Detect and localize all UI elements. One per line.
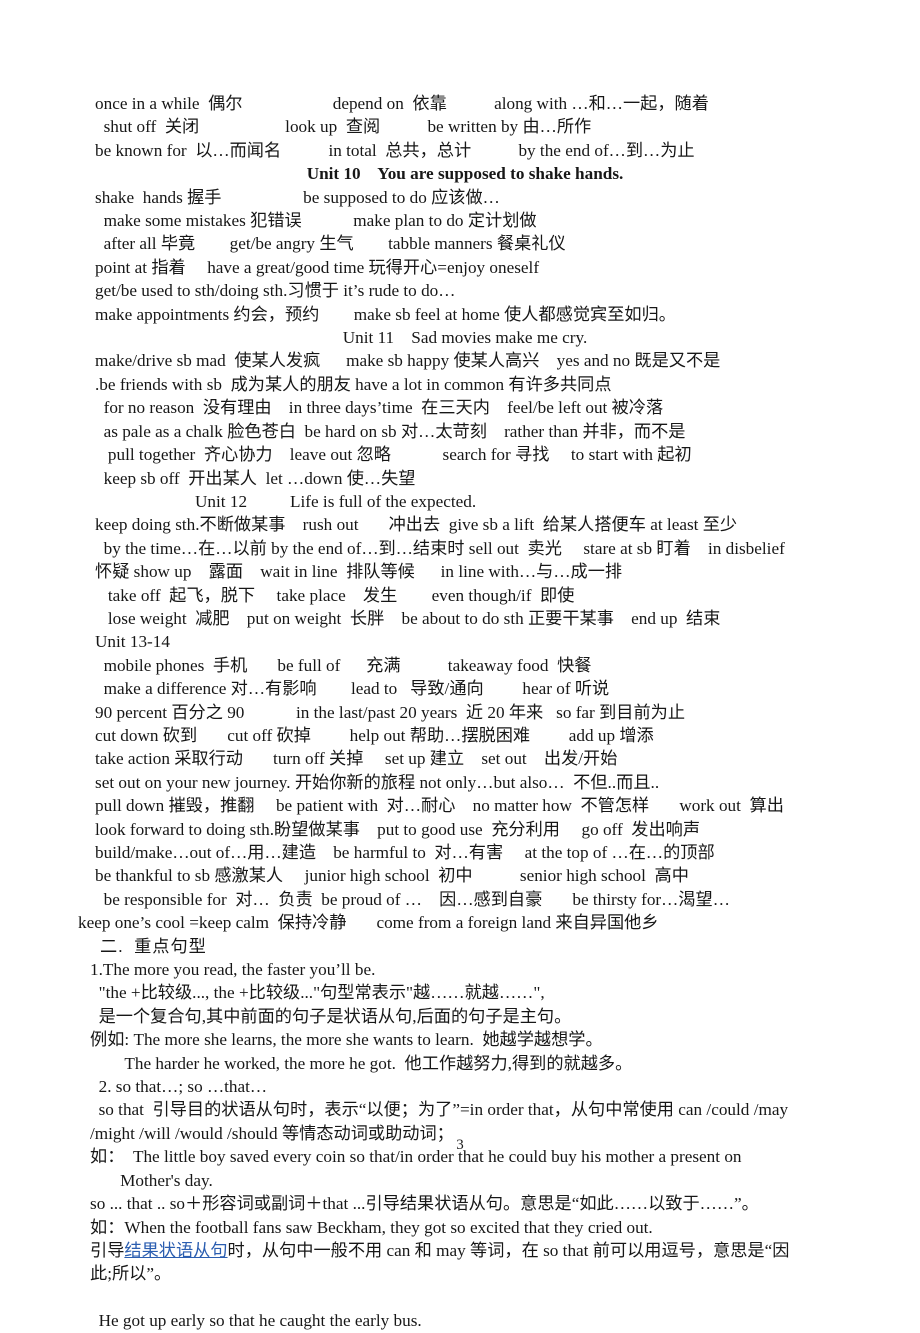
vocab-line: cut down 砍到 cut off 砍掉 help out 帮助…摆脱困难 … — [95, 725, 654, 745]
grammar-example: The harder he worked, the more he got. 他… — [90, 1053, 633, 1073]
grammar-point-1: 1.The more you read, the faster you’ll b… — [90, 960, 376, 980]
grammar-example: 例如: The more she learns, the more she wa… — [90, 1030, 603, 1050]
text-after-link: 时，从句中一般不用 can 和 may 等词，在 so that 前可以用逗号，… — [227, 1240, 790, 1260]
grammar-point-2: 2. so that…; so …that… — [90, 1077, 268, 1097]
grammar-line: 此;所以”。 — [90, 1264, 172, 1284]
vocab-line: mobile phones 手机 be full of 充满 takeaway … — [95, 655, 592, 675]
result-adverbial-clause-link[interactable]: 结果状语从句 — [124, 1241, 227, 1260]
vocab-line: make/drive sb mad 使某人发疯 make sb happy 使某… — [95, 351, 721, 371]
vocab-line: as pale as a chalk 脸色苍白 be hard on sb 对…… — [95, 421, 686, 441]
vocab-line: lose weight 减肥 put on weight 长胖 be about… — [95, 608, 721, 628]
vocab-line: make appointments 约会，预约 make sb feel at … — [95, 304, 676, 324]
vocab-line: 怀疑 show up 露面 wait in line 排队等候 in line … — [95, 562, 623, 582]
document-page: once in a while 偶尔 depend on 依靠 along wi… — [0, 0, 920, 1330]
grammar-line: so ... that .. so＋形容词或副词＋that ...引导结果状语从… — [90, 1194, 759, 1214]
unit-11-heading: Unit 11 Sad movies make me cry. — [342, 328, 588, 348]
grammar-line: "the +比较级..., the +比较级..."句型常表示"越……就越……"… — [90, 983, 545, 1003]
section-heading-key-sentence-patterns: 二. 重点句型 — [100, 936, 207, 956]
vocab-line: pull together 齐心协力 leave out 忽略 search f… — [95, 445, 692, 465]
vocab-line: look forward to doing sth.盼望做某事 put to g… — [95, 819, 701, 839]
unit-10-heading: Unit 10 You are supposed to shake hands. — [306, 164, 624, 184]
vocab-line: for no reason 没有理由 in three days’time 在三… — [95, 398, 664, 418]
vocab-line: be thankful to sb 感激某人 junior high schoo… — [95, 866, 689, 886]
vocab-line: pull down 摧毁，推翻 be patient with 对…耐心 no … — [95, 796, 784, 816]
vocab-line: 90 percent 百分之 90 in the last/past 20 ye… — [95, 702, 686, 722]
vocab-line: make a difference 对…有影响 lead to 导致/通向 he… — [95, 679, 610, 699]
vocab-line: keep one’s cool =keep calm 保持冷静 come fro… — [78, 913, 659, 933]
vocab-line: take action 采取行动 turn off 关掉 set up 建立 s… — [95, 749, 618, 769]
vocab-line: keep sb off 开出某人 let …down 使…失望 — [95, 468, 416, 488]
grammar-line: so that 引导目的状语从句时，表示“以便；为了”=in order tha… — [90, 1100, 789, 1120]
vocab-line: by the time…在…以前 by the end of…到…结束时 sel… — [95, 538, 785, 558]
grammar-example: 如：When the football fans saw Beckham, th… — [90, 1217, 653, 1237]
grammar-line: 是一个复合句,其中前面的句子是状语从句,后面的句子是主句。 — [90, 1006, 572, 1026]
vocab-line: get/be used to sth/doing sth.习惯于 it’s ru… — [95, 281, 456, 301]
unit-12-heading: Unit 12 Life is full of the expected. — [195, 491, 477, 511]
vocab-line: keep doing sth.不断做某事 rush out 冲出去 give s… — [95, 515, 738, 535]
vocab-line: build/make…out of…用…建造 be harmful to 对…有… — [95, 843, 715, 862]
vocab-line: set out on your new journey. 开始你新的旅程 not… — [95, 772, 660, 792]
vocab-line: make some mistakes 犯错误 make plan to do 定… — [95, 211, 537, 231]
page-number: 3 — [456, 1137, 464, 1153]
vocab-line: .be friends with sb 成为某人的朋友 have a lot i… — [95, 374, 612, 394]
vocab-line: point at 指着 have a great/good time 玩得开心=… — [95, 257, 540, 277]
vocab-line: shake hands 握手 be supposed to do 应该做… — [95, 187, 500, 207]
unit-13-14-heading: Unit 13-14 — [95, 632, 170, 652]
vocab-line: shut off 关闭 look up 查阅 be written by 由…所… — [95, 117, 592, 137]
vocab-line: be responsible for 对… 负责 be proud of … 因… — [95, 889, 730, 909]
vocab-line: take off 起飞，脱下 take place 发生 even though… — [95, 585, 575, 605]
vocab-line: after all 毕竟 get/be angry 生气 tabble mann… — [95, 234, 566, 254]
text-before-link: 引导 — [90, 1240, 125, 1260]
vocab-line: once in a while 偶尔 depend on 依靠 along wi… — [95, 94, 709, 113]
grammar-example: Mother's day. — [90, 1170, 213, 1190]
grammar-example: He got up early so that he caught the ea… — [90, 1311, 422, 1331]
vocab-line: be known for 以…而闻名 in total 总共，总计 by the… — [95, 140, 695, 160]
